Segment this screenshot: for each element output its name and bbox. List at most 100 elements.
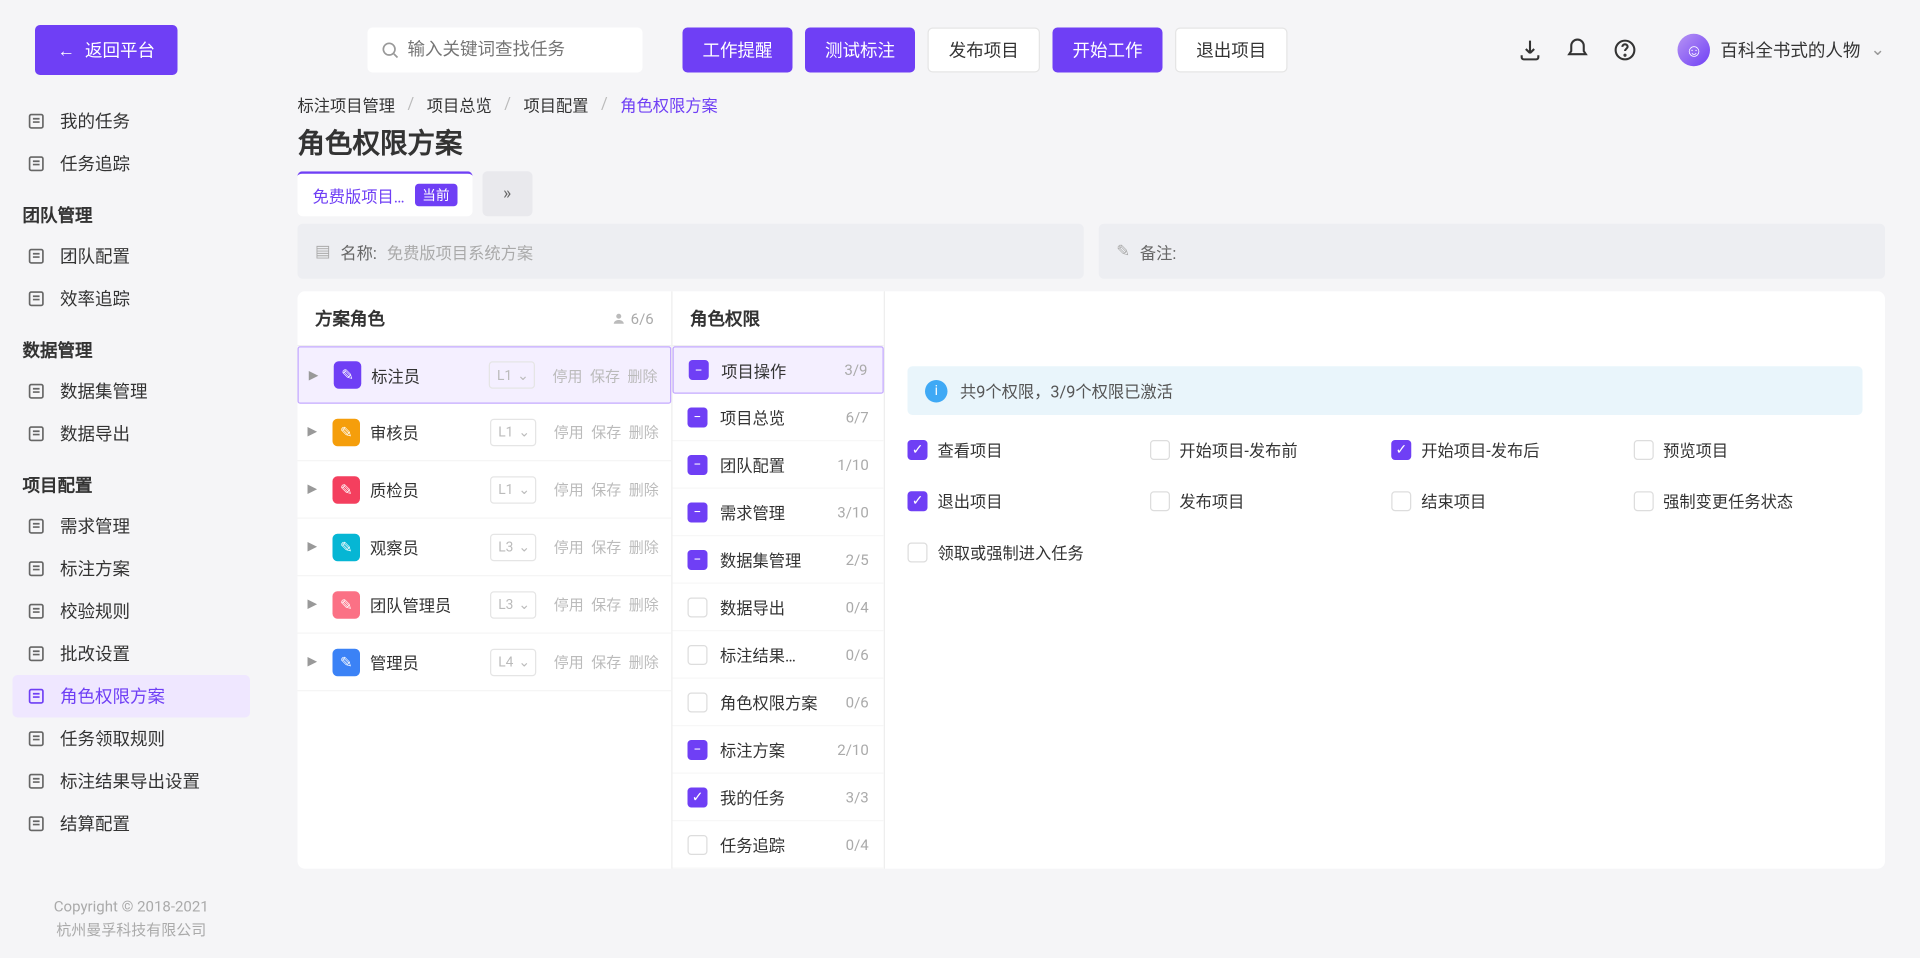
crumb-2[interactable]: 项目总览 — [427, 93, 492, 117]
permission-item[interactable]: ✓开始项目-发布后 — [1391, 438, 1620, 462]
exit-project-button[interactable]: 退出项目 — [1175, 28, 1288, 73]
level-select[interactable]: L1 ⌄ — [490, 476, 537, 504]
sidebar-item[interactable]: 结算配置 — [13, 803, 251, 846]
level-select[interactable]: L3 ⌄ — [490, 591, 537, 619]
sidebar-item[interactable]: 数据导出 — [13, 413, 251, 456]
checkbox-part-icon[interactable]: − — [689, 360, 709, 380]
perm-group-row[interactable]: −项目操作3/9 — [673, 346, 884, 394]
stop-action[interactable]: 停用 — [554, 421, 584, 442]
role-row[interactable]: ▶✎审核员L1 ⌄停用保存删除 — [298, 404, 672, 462]
perm-group-row[interactable]: −需求管理3/10 — [673, 489, 884, 537]
perm-group-row[interactable]: −团队配置1/10 — [673, 441, 884, 489]
sidebar-item[interactable]: 我的任务 — [13, 100, 251, 143]
perm-group-row[interactable]: −标注方案2/10 — [673, 726, 884, 774]
stop-action[interactable]: 停用 — [552, 364, 582, 385]
permission-item[interactable]: 结束项目 — [1391, 489, 1620, 513]
sidebar-item[interactable]: 标注结果导出设置 — [13, 760, 251, 803]
help-icon[interactable] — [1613, 38, 1638, 63]
checkbox-none-icon[interactable] — [688, 692, 708, 712]
checkbox-full-icon[interactable]: ✓ — [688, 787, 708, 807]
crumb-1[interactable]: 标注项目管理 — [298, 93, 396, 117]
save-action[interactable]: 保存 — [591, 651, 621, 672]
permission-item[interactable]: 开始项目-发布前 — [1149, 438, 1378, 462]
crumb-3[interactable]: 项目配置 — [523, 93, 588, 117]
permission-item[interactable]: ✓查看项目 — [908, 438, 1137, 462]
role-row[interactable]: ▶✎管理员L4 ⌄停用保存删除 — [298, 634, 672, 692]
tab-more-button[interactable]: » — [482, 171, 532, 216]
perm-group-row[interactable]: ✓我的任务3/3 — [673, 774, 884, 822]
start-work-button[interactable]: 开始工作 — [1053, 28, 1163, 73]
sidebar-item[interactable]: 任务领取规则 — [13, 718, 251, 761]
perm-group-row[interactable]: 角色权限方案0/6 — [673, 679, 884, 727]
checkbox-icon[interactable] — [1633, 439, 1653, 459]
checkbox-icon[interactable] — [1391, 491, 1411, 511]
checkbox-none-icon[interactable] — [688, 597, 708, 617]
bell-icon[interactable] — [1565, 38, 1590, 63]
checkbox-icon[interactable] — [1633, 491, 1653, 511]
permission-item[interactable]: ✓退出项目 — [908, 489, 1137, 513]
stop-action[interactable]: 停用 — [554, 651, 584, 672]
checkbox-none-icon[interactable] — [688, 644, 708, 664]
sidebar-item[interactable]: 批改设置 — [13, 633, 251, 676]
checkbox-part-icon[interactable]: − — [688, 407, 708, 427]
sidebar-item[interactable]: 角色权限方案 — [13, 675, 251, 718]
perm-group-row[interactable]: 标注结果…0/6 — [673, 631, 884, 679]
permission-item[interactable]: 强制变更任务状态 — [1633, 489, 1862, 513]
checkbox-none-icon[interactable] — [688, 834, 708, 854]
checkbox-icon[interactable] — [908, 542, 928, 562]
delete-action[interactable]: 删除 — [629, 479, 659, 500]
sidebar-item[interactable]: 需求管理 — [13, 505, 251, 548]
save-action[interactable]: 保存 — [591, 594, 621, 615]
perm-group-row[interactable]: 数据导出0/4 — [673, 584, 884, 632]
level-select[interactable]: L1 ⌄ — [488, 361, 535, 389]
perm-group-row[interactable]: −项目总览6/7 — [673, 394, 884, 442]
delete-action[interactable]: 删除 — [629, 651, 659, 672]
sidebar-item[interactable]: 团队配置 — [13, 235, 251, 278]
stop-action[interactable]: 停用 — [554, 536, 584, 557]
delete-action[interactable]: 删除 — [629, 421, 659, 442]
sidebar-item[interactable]: 校验规则 — [13, 590, 251, 633]
perm-group-row[interactable]: 任务追踪0/4 — [673, 821, 884, 869]
checkbox-part-icon[interactable]: − — [688, 549, 708, 569]
role-row[interactable]: ▶✎观察员L3 ⌄停用保存删除 — [298, 519, 672, 577]
save-action[interactable]: 保存 — [591, 479, 621, 500]
checkbox-part-icon[interactable]: − — [688, 739, 708, 759]
role-row[interactable]: ▶✎标注员L1 ⌄停用保存删除 — [298, 346, 672, 404]
search-input[interactable] — [408, 40, 631, 60]
checkbox-icon[interactable]: ✓ — [908, 491, 928, 511]
permission-item[interactable]: 预览项目 — [1633, 438, 1862, 462]
sidebar-item[interactable]: 标注方案 — [13, 548, 251, 591]
checkbox-icon[interactable] — [1149, 439, 1169, 459]
sidebar-item[interactable]: 数据集管理 — [13, 370, 251, 413]
search-box[interactable] — [368, 28, 643, 73]
permission-item[interactable]: 发布项目 — [1149, 489, 1378, 513]
test-annotate-button[interactable]: 测试标注 — [805, 28, 915, 73]
checkbox-icon[interactable] — [1149, 491, 1169, 511]
checkbox-part-icon[interactable]: − — [688, 454, 708, 474]
stop-action[interactable]: 停用 — [554, 594, 584, 615]
sidebar-item[interactable]: 任务追踪 — [13, 143, 251, 186]
delete-action[interactable]: 删除 — [629, 594, 659, 615]
delete-action[interactable]: 删除 — [629, 536, 659, 557]
level-select[interactable]: L4 ⌄ — [490, 648, 537, 676]
save-action[interactable]: 保存 — [591, 421, 621, 442]
publish-button[interactable]: 发布项目 — [928, 28, 1041, 73]
permission-item[interactable]: 领取或强制进入任务 — [908, 540, 1137, 564]
save-action[interactable]: 保存 — [591, 536, 621, 557]
level-select[interactable]: L1 ⌄ — [490, 418, 537, 446]
save-action[interactable]: 保存 — [590, 364, 620, 385]
perm-group-row[interactable]: −数据集管理2/5 — [673, 536, 884, 584]
level-select[interactable]: L3 ⌄ — [490, 533, 537, 561]
checkbox-part-icon[interactable]: − — [688, 502, 708, 522]
role-row[interactable]: ▶✎团队管理员L3 ⌄停用保存删除 — [298, 576, 672, 634]
sidebar-item[interactable]: 效率追踪 — [13, 278, 251, 321]
work-remind-button[interactable]: 工作提醒 — [683, 28, 793, 73]
scheme-tab[interactable]: 免费版项目… 当前 — [298, 171, 473, 216]
download-icon[interactable] — [1518, 38, 1543, 63]
back-button[interactable]: ← 返回平台 — [35, 25, 178, 75]
checkbox-icon[interactable]: ✓ — [1391, 439, 1411, 459]
user-chip[interactable]: ☺ 百科全书式的人物 ⌄ — [1678, 34, 1885, 67]
delete-action[interactable]: 删除 — [627, 364, 657, 385]
role-row[interactable]: ▶✎质检员L1 ⌄停用保存删除 — [298, 461, 672, 519]
stop-action[interactable]: 停用 — [554, 479, 584, 500]
